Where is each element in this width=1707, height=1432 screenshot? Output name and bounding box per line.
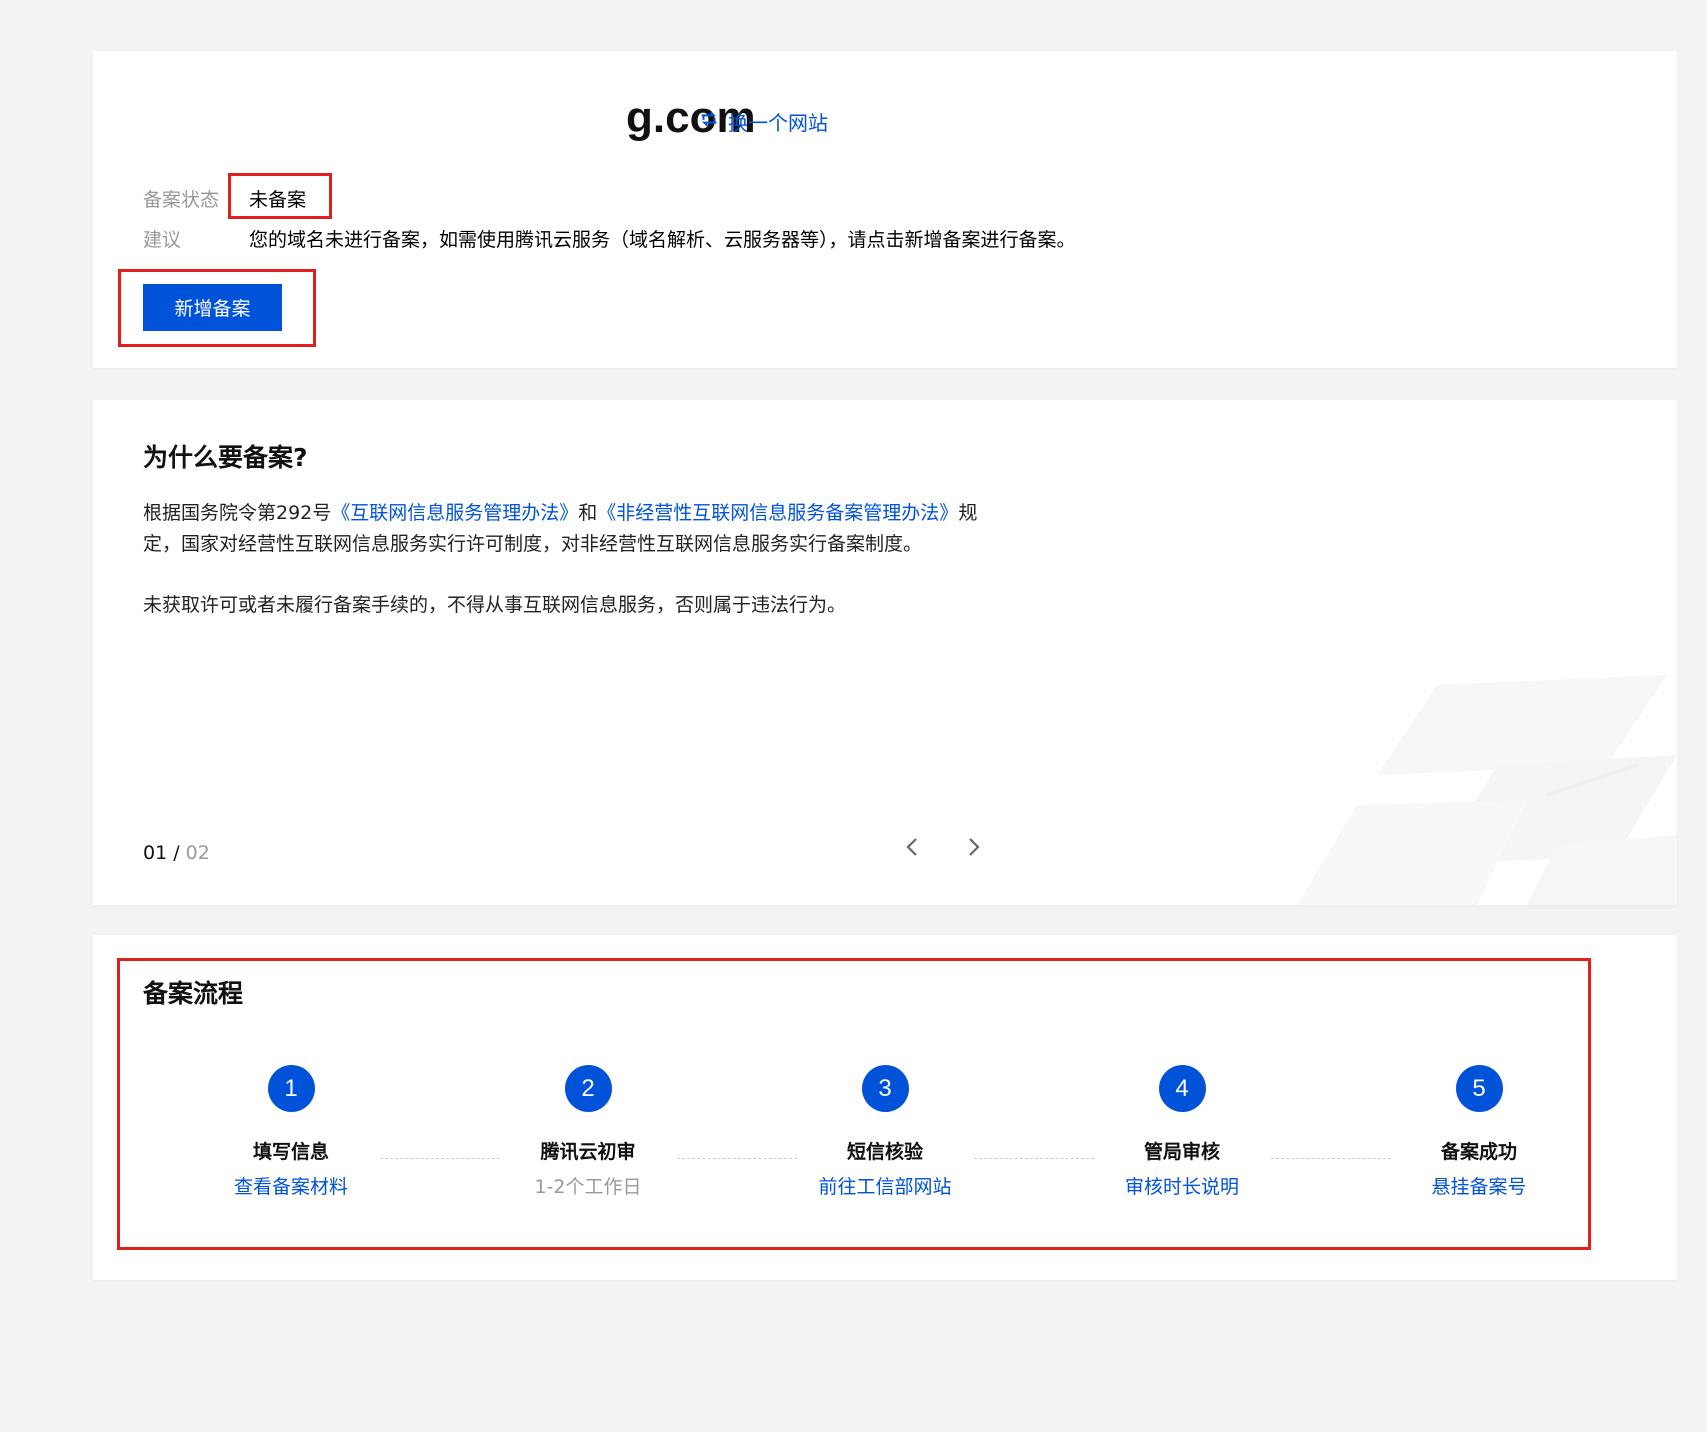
prev-arrow-button[interactable] [897, 832, 927, 862]
step-connector [974, 1158, 1094, 1159]
miit-website-link[interactable]: 前往工信部网站 [785, 1172, 985, 1199]
step-name-4: 管局审核 [1143, 1141, 1220, 1163]
step-duration: 1-2个工作日 [534, 1176, 642, 1198]
step-name-1: 填写信息 [252, 1141, 329, 1163]
law-link-2[interactable]: 《非经营性互联网信息服务备案管理办法》 [597, 502, 958, 524]
para1-and: 和 [578, 502, 598, 524]
status-label: 备案状态 [143, 189, 220, 211]
advice-text: 您的域名未进行备案，如需使用腾讯云服务（域名解析、云服务器等），请点击新增备案进… [249, 229, 1076, 251]
status-value: 未备案 [249, 189, 307, 211]
step-name-2: 腾讯云初审 [540, 1141, 636, 1163]
step-number-4: 4 [1158, 1065, 1206, 1112]
why-filing-card: 为什么要备案? 根据国务院令第292号《互联网信息服务管理办法》和《非经营性互联… [93, 400, 1677, 905]
filing-process-card: 备案流程 1 填写信息 查看备案材料 2 腾讯云初审 1-2个工作日 3 短信核… [93, 935, 1677, 1280]
process-step-5: 5 备案成功 悬挂备案号 [1379, 1065, 1579, 1199]
why-paragraph-1: 根据国务院令第292号《互联网信息服务管理办法》和《非经营性互联网信息服务备案管… [143, 498, 993, 560]
step-number-1: 1 [267, 1065, 315, 1112]
add-filing-button[interactable]: 新增备案 [143, 284, 282, 331]
advice-label: 建议 [143, 229, 182, 251]
pager: 01 / 02 [143, 842, 210, 864]
step-name-5: 备案成功 [1440, 1141, 1517, 1163]
step-name-3: 短信核验 [846, 1141, 923, 1163]
step-connector [380, 1158, 500, 1159]
step-connector [1271, 1158, 1391, 1159]
why-paragraph-2: 未获取许可或者未履行备案手续的，不得从事互联网信息服务，否则属于违法行为。 [143, 594, 847, 616]
site-status-card: g.com 换一个网站 备案状态 未备案 建议 您的域名未进行备案，如需使用腾讯… [93, 51, 1677, 368]
display-filing-number-link[interactable]: 悬挂备案号 [1379, 1172, 1579, 1199]
next-arrow-button[interactable] [959, 832, 989, 862]
chevron-left-icon [906, 838, 917, 856]
step-number-5: 5 [1455, 1065, 1503, 1112]
pager-separator: / [167, 842, 186, 864]
decorative-background-graphic [1297, 675, 1677, 905]
view-materials-link[interactable]: 查看备案材料 [191, 1172, 391, 1199]
para1-prefix: 根据国务院令第292号 [143, 502, 332, 524]
process-step-2: 2 腾讯云初审 1-2个工作日 [488, 1065, 688, 1199]
pager-current: 01 [143, 842, 168, 864]
switch-site-label: 换一个网站 [728, 111, 828, 135]
step-number-2: 2 [564, 1065, 612, 1112]
step-number-3: 3 [861, 1065, 909, 1112]
why-title: 为什么要备案? [143, 443, 308, 472]
chevron-right-icon [969, 838, 980, 856]
review-duration-link[interactable]: 审核时长说明 [1082, 1172, 1282, 1199]
process-title: 备案流程 [143, 979, 244, 1008]
process-step-4: 4 管局审核 审核时长说明 [1082, 1065, 1282, 1199]
refresh-icon [698, 108, 720, 135]
switch-site-link[interactable]: 换一个网站 [698, 107, 828, 136]
pager-total: 02 [185, 842, 210, 864]
process-steps: 1 填写信息 查看备案材料 2 腾讯云初审 1-2个工作日 3 短信核验 前往工… [93, 1065, 1677, 1215]
process-step-1: 1 填写信息 查看备案材料 [191, 1065, 391, 1199]
process-step-3: 3 短信核验 前往工信部网站 [785, 1065, 985, 1199]
step-connector [677, 1158, 797, 1159]
law-link-1[interactable]: 《互联网信息服务管理办法》 [331, 502, 578, 524]
